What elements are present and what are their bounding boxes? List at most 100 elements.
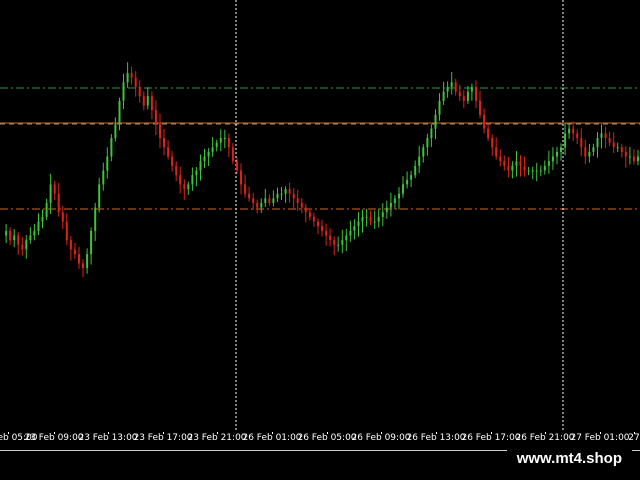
candle-body	[491, 138, 494, 148]
candle-body	[462, 96, 465, 101]
candle-body	[543, 165, 546, 171]
candle-body	[215, 142, 218, 148]
candle-body	[69, 240, 72, 250]
candle-body	[248, 193, 251, 199]
candle-body	[300, 203, 303, 208]
candle-body	[203, 156, 206, 162]
candle-body	[632, 156, 635, 162]
candle-body	[191, 175, 194, 185]
time-tick-mark	[54, 432, 55, 434]
candle-body	[223, 138, 226, 139]
candle-body	[418, 156, 421, 166]
candle-body	[252, 198, 255, 203]
time-tick-label: 23 Feb 17:00	[133, 433, 193, 443]
candle-body	[438, 100, 441, 115]
candle-body	[114, 124, 117, 138]
candle-body	[317, 221, 319, 227]
time-tick-label: 23 Feb 09:00	[24, 433, 84, 443]
candle-body	[321, 226, 323, 231]
time-tick-label: 26 Feb 21:00	[515, 433, 575, 443]
candle-body	[547, 161, 550, 166]
candle-body	[41, 216, 44, 222]
candle-body	[345, 235, 348, 241]
candle-body	[284, 189, 287, 194]
time-tick-mark	[436, 432, 437, 434]
candle-body	[118, 100, 121, 125]
candle-body	[37, 221, 40, 231]
time-tick-label: 26 Feb 09:00	[351, 433, 411, 443]
candle-body	[21, 244, 24, 250]
candle-body	[13, 235, 16, 241]
candle-body	[479, 100, 481, 115]
candle-body	[329, 235, 332, 241]
candle-body	[495, 147, 498, 157]
time-tick-mark	[108, 432, 109, 434]
candle-body	[86, 254, 89, 268]
candle-body	[539, 170, 542, 172]
time-tick-mark	[163, 432, 164, 434]
candle-body	[187, 184, 190, 189]
candle-body	[414, 165, 417, 176]
candle-body	[199, 161, 202, 171]
price-chart[interactable]	[0, 0, 640, 432]
time-tick-label: 26 Feb 17:00	[461, 433, 521, 443]
candle-body	[466, 91, 469, 101]
chart-canvas[interactable]	[0, 0, 640, 432]
candle-body	[341, 240, 344, 245]
candle-body	[304, 207, 307, 213]
time-tick-mark	[327, 432, 328, 434]
candle-body	[604, 133, 607, 138]
candle-body	[487, 128, 490, 138]
candle-body	[296, 198, 299, 203]
candle-body	[90, 230, 93, 255]
watermark-text: www.mt4.shop	[506, 447, 632, 471]
candle-body	[608, 138, 611, 143]
candle-body	[511, 165, 514, 171]
candle-body	[29, 235, 32, 241]
candle-body	[256, 203, 259, 208]
candle-body	[612, 142, 615, 148]
candle-body	[531, 170, 534, 172]
candle-body	[430, 128, 433, 138]
candle-body	[122, 82, 125, 101]
candle-body	[82, 263, 84, 268]
candle-body	[268, 198, 271, 203]
time-tick-mark	[381, 432, 382, 434]
candle-body	[45, 203, 48, 217]
time-tick-label: 26 Feb 13:00	[406, 433, 466, 443]
candle-body	[398, 193, 400, 199]
candle-body	[361, 216, 364, 222]
candle-body	[159, 124, 161, 138]
candle-body	[527, 170, 530, 172]
candle-body	[211, 147, 214, 152]
candle-body	[260, 203, 263, 208]
candle-body	[292, 193, 295, 199]
time-tick-mark	[491, 432, 492, 434]
candle-body	[150, 96, 153, 111]
candle-body	[231, 147, 234, 162]
candle-body	[442, 91, 445, 101]
candle-body	[333, 240, 336, 245]
candle-body	[236, 161, 238, 171]
candle-body	[628, 156, 631, 158]
vertical-separators	[235, 0, 564, 432]
candle-body	[349, 230, 352, 236]
candle-body	[572, 128, 575, 134]
time-tick-label: 23 Feb 21:00	[187, 433, 247, 443]
candle-body	[475, 86, 477, 101]
candle-body	[167, 147, 170, 157]
candle-body	[519, 161, 522, 166]
candle-body	[410, 175, 413, 180]
candle-body	[288, 189, 291, 194]
candle-body	[422, 147, 425, 157]
candle-body	[5, 230, 8, 236]
candle-body	[163, 138, 165, 148]
time-tick-mark	[600, 432, 601, 434]
candle-body	[373, 221, 376, 223]
candle-body	[568, 128, 571, 134]
candle-body	[458, 91, 461, 97]
candle-body	[588, 151, 591, 157]
candle-body	[406, 179, 409, 185]
candle-body	[276, 193, 279, 199]
candle-body	[624, 151, 627, 157]
